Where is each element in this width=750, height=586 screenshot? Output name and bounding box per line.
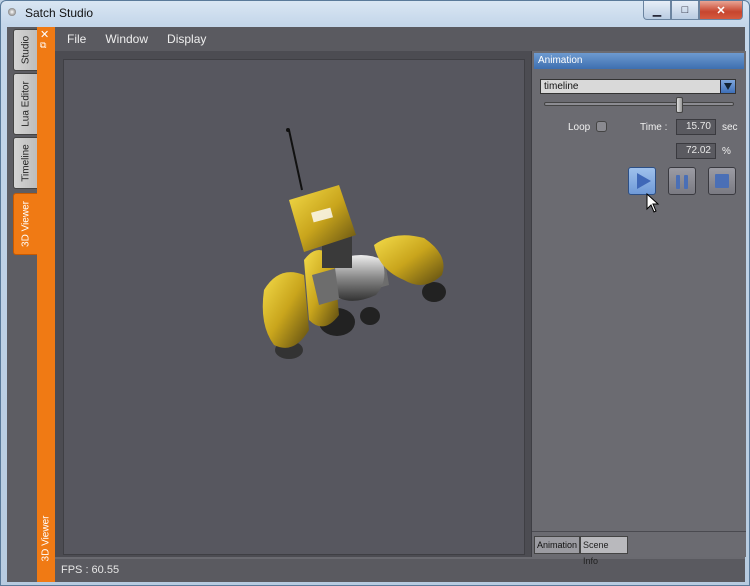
window-controls: ▁ □ ✕: [643, 1, 743, 20]
stop-button[interactable]: [708, 167, 736, 195]
minimize-button[interactable]: ▁: [643, 1, 671, 20]
play-icon: [637, 173, 651, 189]
dock-label: 3D Viewer: [40, 515, 52, 562]
panel-header: Animation: [534, 53, 744, 69]
side-tab-label: Timeline: [20, 144, 31, 182]
side-tab-label: Studio: [20, 35, 31, 65]
stop-icon: [715, 174, 729, 188]
fps-readout: FPS : 60.55: [61, 564, 120, 576]
side-tab-label: 3D Viewer: [20, 201, 31, 247]
tab-animation[interactable]: Animation: [534, 536, 580, 554]
maximize-button[interactable]: □: [671, 1, 699, 20]
time-slider-track[interactable]: [544, 102, 734, 106]
pause-button[interactable]: [668, 167, 696, 195]
time-label: Time :: [640, 122, 668, 133]
side-tab-studio[interactable]: Studio: [13, 29, 37, 71]
title-bar[interactable]: Satch Studio ▁ □ ✕: [1, 1, 749, 25]
dock-float-icon[interactable]: ⧉: [40, 40, 46, 51]
tab-scene-info[interactable]: Scene Info: [580, 536, 628, 566]
window-title: Satch Studio: [25, 6, 94, 20]
menu-bar: File Window Display: [55, 27, 745, 51]
side-tab-strip: Studio Lua Editor Timeline 3D Viewer: [7, 27, 37, 582]
3d-viewport[interactable]: [63, 59, 525, 555]
time-slider-thumb[interactable]: [675, 97, 683, 113]
side-tab-timeline[interactable]: Timeline: [13, 137, 37, 189]
play-button[interactable]: [628, 167, 656, 195]
menu-display[interactable]: Display: [167, 32, 206, 46]
app-window: Satch Studio ▁ □ ✕ Studio Lua Editor Tim…: [0, 0, 750, 586]
dropdown-value: timeline: [544, 81, 579, 92]
animation-panel: Animation timeline Loop Time : 15.70 sec…: [531, 51, 746, 566]
minimize-icon: ▁: [652, 4, 662, 17]
close-button[interactable]: ✕: [699, 1, 743, 20]
menu-window[interactable]: Window: [105, 32, 148, 46]
dock-bar: ✕ ⧉ 3D Viewer: [37, 27, 55, 582]
pause-icon-bar: [684, 175, 688, 189]
viewport-frame: [55, 51, 531, 557]
maximize-icon: □: [681, 4, 689, 16]
mouse-cursor-icon: [646, 193, 660, 213]
percent-unit-label: %: [722, 146, 731, 157]
side-tab-label: Lua Editor: [20, 81, 31, 127]
client-area: Studio Lua Editor Timeline 3D Viewer ✕ ⧉…: [7, 27, 746, 582]
menu-file[interactable]: File: [67, 32, 86, 46]
robot-model: [262, 128, 446, 359]
time-field[interactable]: 15.70: [676, 119, 716, 135]
chevron-down-icon[interactable]: [720, 80, 735, 93]
loop-label: Loop: [568, 122, 591, 133]
side-tab-lua-editor[interactable]: Lua Editor: [13, 73, 37, 135]
percent-field[interactable]: 72.02: [676, 143, 716, 159]
time-unit-label: sec: [722, 122, 738, 133]
app-icon: [8, 8, 16, 16]
pause-icon: [676, 175, 680, 189]
timeline-dropdown[interactable]: timeline: [540, 79, 736, 94]
loop-checkbox[interactable]: [596, 121, 607, 132]
close-icon: ✕: [716, 4, 726, 17]
side-tab-3d-viewer[interactable]: 3D Viewer: [13, 193, 37, 255]
status-bar: FPS : 60.55: [55, 559, 745, 582]
panel-tab-strip: Animation Scene Info: [532, 531, 746, 566]
